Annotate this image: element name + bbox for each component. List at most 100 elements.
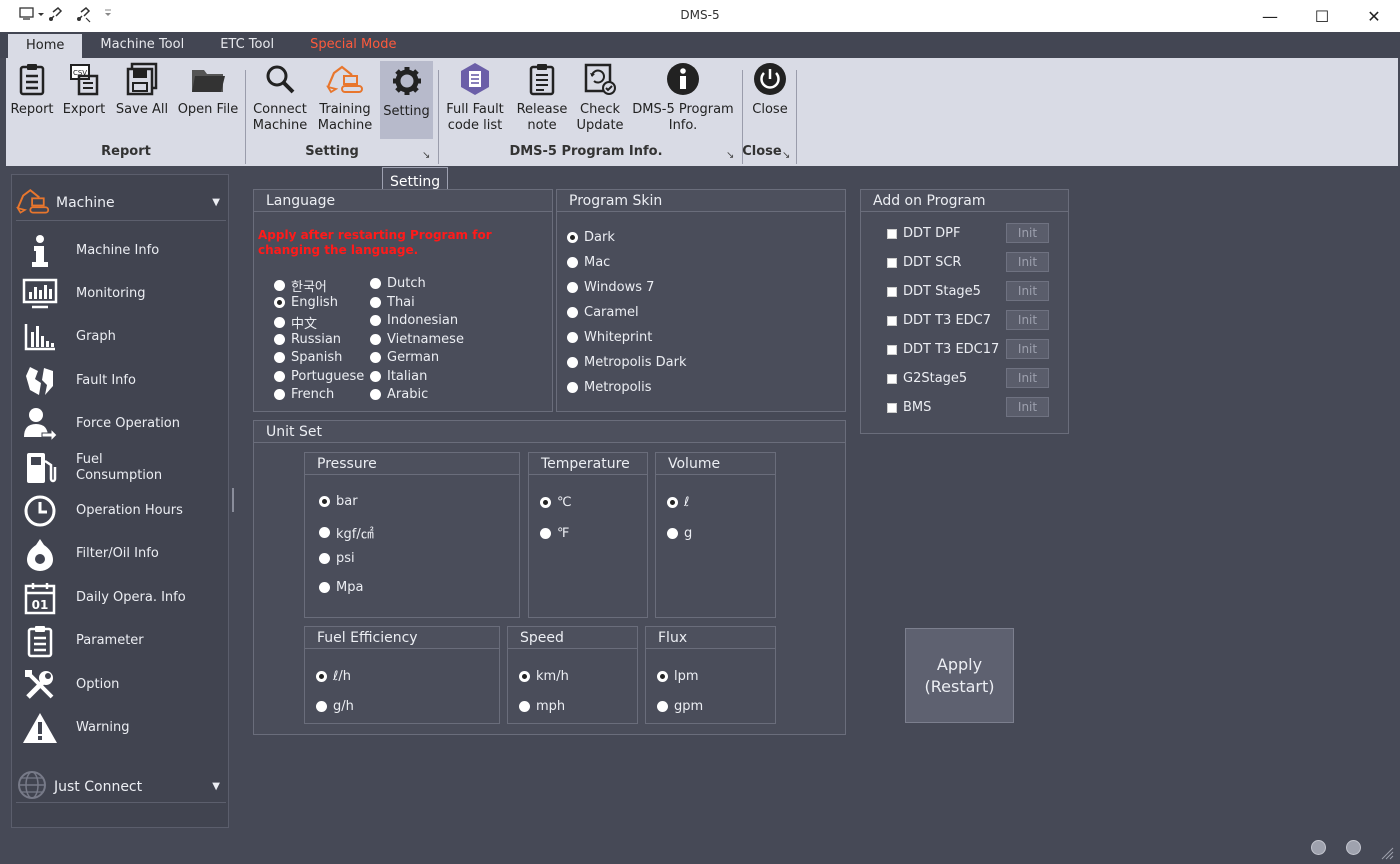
close-window-button[interactable]: ✕ [1348,0,1400,32]
language-radio[interactable]: English [274,295,338,310]
language-radio[interactable]: 한국어 [274,276,327,295]
check-update-button[interactable]: Check Update [572,62,628,134]
skin-radio[interactable]: Whiteprint [567,330,652,345]
close-button[interactable]: Close [746,62,794,118]
radio-circle-icon[interactable] [370,278,381,289]
sidebar-item-option[interactable]: Option [20,664,226,706]
radio-circle-icon[interactable] [316,701,327,712]
pressure-radio[interactable]: kgf/㎠ [319,523,374,542]
init-button[interactable]: Init [1006,368,1049,388]
sidebar-item-monitoring[interactable]: Monitoring [20,273,226,315]
save-all-button[interactable]: Save All [114,62,170,118]
language-radio[interactable]: German [370,350,439,365]
setting-launcher-icon[interactable]: ↘ [422,150,430,161]
skin-radio[interactable]: Caramel [567,305,639,320]
language-radio[interactable]: Dutch [370,276,426,291]
sidebar-item-machine-info[interactable]: Machine Info [20,230,226,272]
radio-circle-icon[interactable] [567,357,578,368]
fuel-efficiency-radio[interactable]: ℓ/h [316,669,351,684]
addon-checkbox-row[interactable]: DDT Stage5 [887,284,981,299]
radio-circle-icon[interactable] [274,280,285,291]
skin-radio[interactable]: Metropolis [567,380,652,395]
chevron-down-icon[interactable]: ▼ [212,197,220,208]
program-info-button[interactable]: DMS-5 Program Info. [632,62,734,134]
radio-circle-icon[interactable] [370,315,381,326]
language-radio[interactable]: Italian [370,369,427,384]
addon-checkbox-row[interactable]: BMS [887,400,931,415]
init-button[interactable]: Init [1006,281,1049,301]
language-radio[interactable]: 中文 [274,313,317,332]
init-button[interactable]: Init [1006,339,1049,359]
language-radio[interactable]: Indonesian [370,313,458,328]
radio-circle-icon[interactable] [657,671,668,682]
volume-radio[interactable]: g [667,526,692,541]
sidebar-footer-just-connect[interactable]: Just Connect ▼ [16,770,226,803]
pressure-radio[interactable]: psi [319,551,355,566]
checkbox-icon[interactable] [887,373,897,384]
tab-home[interactable]: Home [8,34,83,58]
language-radio[interactable]: Arabic [370,387,428,402]
resize-grip-icon[interactable] [1380,846,1394,864]
close-launcher-icon[interactable]: ↘ [782,150,790,161]
skin-radio[interactable]: Windows 7 [567,280,654,295]
checkbox-icon[interactable] [887,315,897,326]
addon-checkbox-row[interactable]: DDT DPF [887,226,960,241]
language-radio[interactable]: Russian [274,332,341,347]
radio-circle-icon[interactable] [316,671,327,682]
flux-radio[interactable]: gpm [657,699,703,714]
flux-radio[interactable]: lpm [657,669,699,684]
addon-checkbox-row[interactable]: DDT SCR [887,255,961,270]
volume-radio[interactable]: ℓ [667,495,689,510]
connect-machine-button[interactable]: Connect Machine [251,62,309,134]
program-info-launcher-icon[interactable]: ↘ [726,150,734,161]
init-button[interactable]: Init [1006,310,1049,330]
setting-button[interactable]: Setting [380,61,433,139]
sidebar-item-warning[interactable]: Warning [20,707,226,749]
radio-circle-icon[interactable] [519,671,530,682]
pressure-radio[interactable]: Mpa [319,580,363,595]
radio-circle-icon[interactable] [567,282,578,293]
radio-circle-icon[interactable] [540,497,551,508]
radio-circle-icon[interactable] [319,526,330,538]
minimize-button[interactable]: — [1244,0,1296,32]
language-radio[interactable]: Spanish [274,350,342,365]
radio-circle-icon[interactable] [657,701,668,712]
checkbox-icon[interactable] [887,257,897,268]
radio-circle-icon[interactable] [274,352,285,363]
temperature-radio[interactable]: ℃ [540,495,572,510]
checkbox-icon[interactable] [887,286,897,297]
release-note-button[interactable]: Release note [514,62,570,134]
sidebar-item-daily-opera-info[interactable]: 01 Daily Opera. Info [20,577,226,619]
language-radio[interactable]: Vietnamese [370,332,464,347]
init-button[interactable]: Init [1006,397,1049,417]
skin-radio[interactable]: Metropolis Dark [567,355,687,370]
radio-circle-icon[interactable] [319,581,330,593]
radio-circle-icon[interactable] [567,232,578,243]
export-button[interactable]: CSV Export [60,62,108,118]
temperature-radio[interactable]: ℉ [540,526,569,541]
radio-circle-icon[interactable] [519,701,530,712]
radio-circle-icon[interactable] [567,307,578,318]
checkbox-icon[interactable] [887,344,897,355]
fuel-efficiency-radio[interactable]: g/h [316,699,354,714]
speed-radio[interactable]: mph [519,699,565,714]
language-radio[interactable]: French [274,387,334,402]
radio-circle-icon[interactable] [274,370,285,382]
sidebar-item-operation-hours[interactable]: Operation Hours [20,490,226,532]
radio-circle-icon[interactable] [567,382,578,393]
sidebar-item-force-operation[interactable]: Force Operation [20,403,226,445]
radio-circle-icon[interactable] [274,317,285,328]
radio-circle-icon[interactable] [319,553,330,564]
sidebar-item-fault-info[interactable]: Fault Info [20,360,226,402]
pressure-radio[interactable]: bar [319,494,358,509]
tab-machine-tool[interactable]: Machine Tool [82,32,202,58]
radio-circle-icon[interactable] [319,496,330,507]
radio-circle-icon[interactable] [274,296,285,308]
sidebar-header-machine[interactable]: Machine ▼ [16,185,226,221]
checkbox-icon[interactable] [887,228,897,239]
apply-restart-button[interactable]: Apply (Restart) [905,628,1014,723]
init-button[interactable]: Init [1006,252,1049,272]
sidebar-item-fuel-consumption[interactable]: Fuel Consumption [20,447,226,489]
addon-checkbox-row[interactable]: G2Stage5 [887,371,967,386]
report-button[interactable]: Report [8,62,56,118]
